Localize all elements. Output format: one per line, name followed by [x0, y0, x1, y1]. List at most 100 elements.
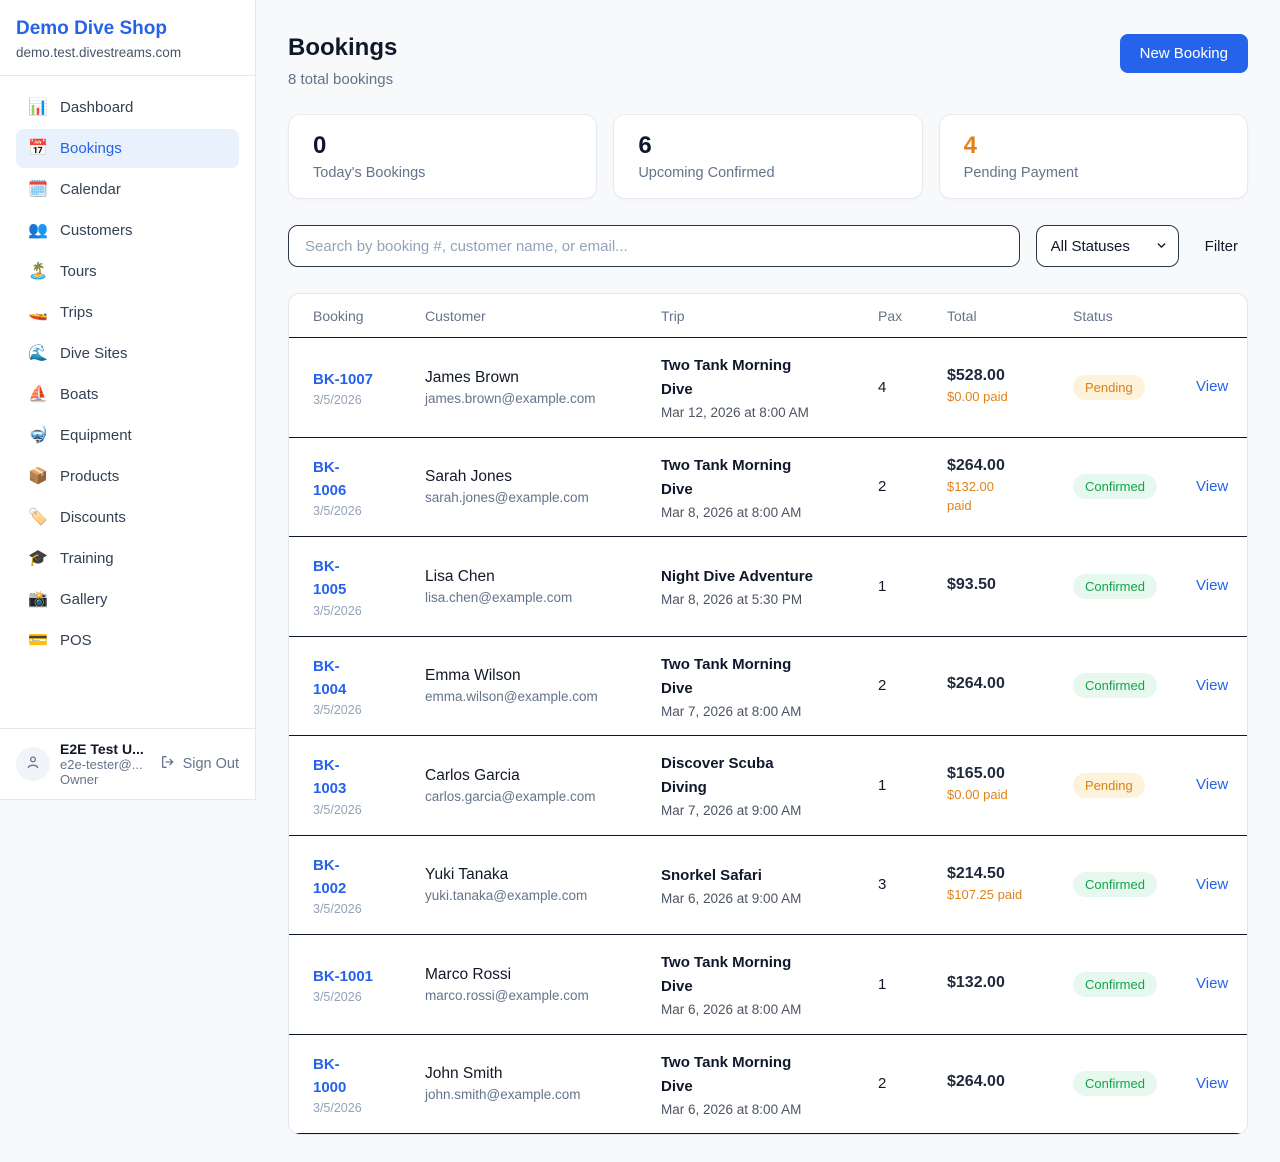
- col-pax: Pax: [878, 308, 947, 324]
- table-row: BK- 1006 3/5/2026 Sarah Jones sarah.jone…: [289, 438, 1247, 538]
- customer-email: emma.wilson@example.com: [425, 689, 651, 704]
- total-amount: $264.00: [947, 675, 1063, 693]
- new-booking-button[interactable]: New Booking: [1120, 34, 1248, 73]
- view-link[interactable]: View: [1196, 378, 1228, 395]
- booking-link[interactable]: BK-1007: [313, 368, 373, 391]
- sailboat-icon: ⛵: [28, 387, 48, 403]
- status-badge: Confirmed: [1073, 673, 1157, 698]
- sidebar-item-dashboard[interactable]: 📊 Dashboard: [16, 88, 239, 127]
- credit-card-icon: 💳: [28, 633, 48, 649]
- spiral-calendar-icon: 🗓️: [28, 182, 48, 198]
- paid-amount: $132.00 paid: [947, 478, 1063, 516]
- page-title: Bookings: [288, 34, 397, 62]
- wave-icon: 🌊: [28, 346, 48, 362]
- status-badge: Pending: [1073, 773, 1145, 798]
- booking-link[interactable]: BK- 1003: [313, 754, 346, 801]
- customer-email: lisa.chen@example.com: [425, 590, 651, 605]
- trip-name: Snorkel Safari: [661, 864, 868, 888]
- pax-count: 3: [878, 876, 947, 893]
- diving-mask-icon: 🤿: [28, 428, 48, 444]
- booking-link[interactable]: BK- 1006: [313, 456, 346, 503]
- status-badge: Confirmed: [1073, 1071, 1157, 1096]
- booking-link[interactable]: BK-1001: [313, 965, 373, 988]
- sidebar-item-products[interactable]: 📦 Products: [16, 457, 239, 496]
- nav-label: Products: [60, 468, 119, 485]
- trip-datetime: Mar 6, 2026 at 8:00 AM: [661, 1102, 868, 1117]
- package-icon: 📦: [28, 469, 48, 485]
- status-badge: Confirmed: [1073, 872, 1157, 897]
- trip-datetime: Mar 12, 2026 at 8:00 AM: [661, 405, 868, 420]
- nav-label: Dashboard: [60, 99, 133, 116]
- booking-link[interactable]: BK- 1000: [313, 1053, 346, 1100]
- table-row: BK- 1004 3/5/2026 Emma Wilson emma.wilso…: [289, 637, 1247, 737]
- trip-name: Two Tank Morning Dive: [661, 951, 868, 999]
- view-link[interactable]: View: [1196, 478, 1228, 495]
- user-name: E2E Test U...: [60, 741, 150, 757]
- sidebar-item-pos[interactable]: 💳 POS: [16, 621, 239, 660]
- sidebar-item-customers[interactable]: 👥 Customers: [16, 211, 239, 250]
- avatar: [16, 747, 50, 781]
- view-link[interactable]: View: [1196, 975, 1228, 992]
- user-role: Owner: [60, 772, 150, 787]
- nav-label: Bookings: [60, 140, 122, 157]
- view-link[interactable]: View: [1196, 776, 1228, 793]
- sidebar-header: Demo Dive Shop demo.test.divestreams.com: [0, 0, 255, 76]
- pax-count: 1: [878, 578, 947, 595]
- pax-count: 1: [878, 976, 947, 993]
- customer-email: james.brown@example.com: [425, 391, 651, 406]
- total-amount: $165.00: [947, 765, 1063, 783]
- customer-name: Carlos Garcia: [425, 767, 651, 785]
- paid-amount: $107.25 paid: [947, 886, 1063, 905]
- view-link[interactable]: View: [1196, 577, 1228, 594]
- island-icon: 🏝️: [28, 264, 48, 280]
- status-select[interactable]: All Statuses: [1036, 225, 1179, 267]
- filter-button[interactable]: Filter: [1195, 238, 1248, 255]
- sidebar-item-trips[interactable]: 🚤 Trips: [16, 293, 239, 332]
- booking-link[interactable]: BK- 1002: [313, 854, 346, 901]
- sidebar-item-discounts[interactable]: 🏷️ Discounts: [16, 498, 239, 537]
- table-row: BK- 1000 3/5/2026 John Smith john.smith@…: [289, 1035, 1247, 1135]
- booking-date: 3/5/2026: [313, 703, 415, 717]
- nav-label: Training: [60, 550, 114, 567]
- nav-label: Gallery: [60, 591, 108, 608]
- sign-out-button[interactable]: Sign Out: [160, 754, 239, 774]
- col-status: Status: [1073, 308, 1196, 324]
- nav-label: Boats: [60, 386, 98, 403]
- sidebar-item-tours[interactable]: 🏝️ Tours: [16, 252, 239, 291]
- nav-label: Trips: [60, 304, 93, 321]
- total-amount: $264.00: [947, 457, 1063, 475]
- view-link[interactable]: View: [1196, 876, 1228, 893]
- table-row: BK- 1002 3/5/2026 Yuki Tanaka yuki.tanak…: [289, 836, 1247, 936]
- nav-label: Dive Sites: [60, 345, 128, 362]
- trip-datetime: Mar 7, 2026 at 8:00 AM: [661, 704, 868, 719]
- sidebar-item-gallery[interactable]: 📸 Gallery: [16, 580, 239, 619]
- nav-label: Equipment: [60, 427, 132, 444]
- booking-link[interactable]: BK- 1004: [313, 655, 346, 702]
- status-badge: Confirmed: [1073, 574, 1157, 599]
- trip-datetime: Mar 7, 2026 at 9:00 AM: [661, 803, 868, 818]
- sidebar-item-boats[interactable]: ⛵ Boats: [16, 375, 239, 414]
- customer-name: Marco Rossi: [425, 966, 651, 984]
- col-booking: Booking: [313, 308, 425, 324]
- view-link[interactable]: View: [1196, 1075, 1228, 1092]
- search-input[interactable]: [288, 225, 1020, 267]
- filter-bar: All Statuses Filter: [288, 225, 1248, 267]
- booking-date: 3/5/2026: [313, 902, 415, 916]
- person-icon: [25, 754, 41, 775]
- status-badge: Confirmed: [1073, 972, 1157, 997]
- total-amount: $264.00: [947, 1073, 1063, 1091]
- trip-datetime: Mar 6, 2026 at 9:00 AM: [661, 891, 868, 906]
- bar-chart-icon: 📊: [28, 100, 48, 116]
- sidebar-item-calendar[interactable]: 🗓️ Calendar: [16, 170, 239, 209]
- view-link[interactable]: View: [1196, 677, 1228, 694]
- sidebar-item-equipment[interactable]: 🤿 Equipment: [16, 416, 239, 455]
- sidebar-item-dive-sites[interactable]: 🌊 Dive Sites: [16, 334, 239, 373]
- sidebar-item-bookings[interactable]: 📅 Bookings: [16, 129, 239, 168]
- trip-name: Two Tank Morning Dive: [661, 1051, 868, 1099]
- col-total: Total: [947, 308, 1073, 324]
- sidebar-item-training[interactable]: 🎓 Training: [16, 539, 239, 578]
- stats-row: 0 Today's Bookings 6 Upcoming Confirmed …: [288, 114, 1248, 199]
- booking-date: 3/5/2026: [313, 803, 415, 817]
- booking-link[interactable]: BK- 1005: [313, 555, 346, 602]
- status-badge: Pending: [1073, 375, 1145, 400]
